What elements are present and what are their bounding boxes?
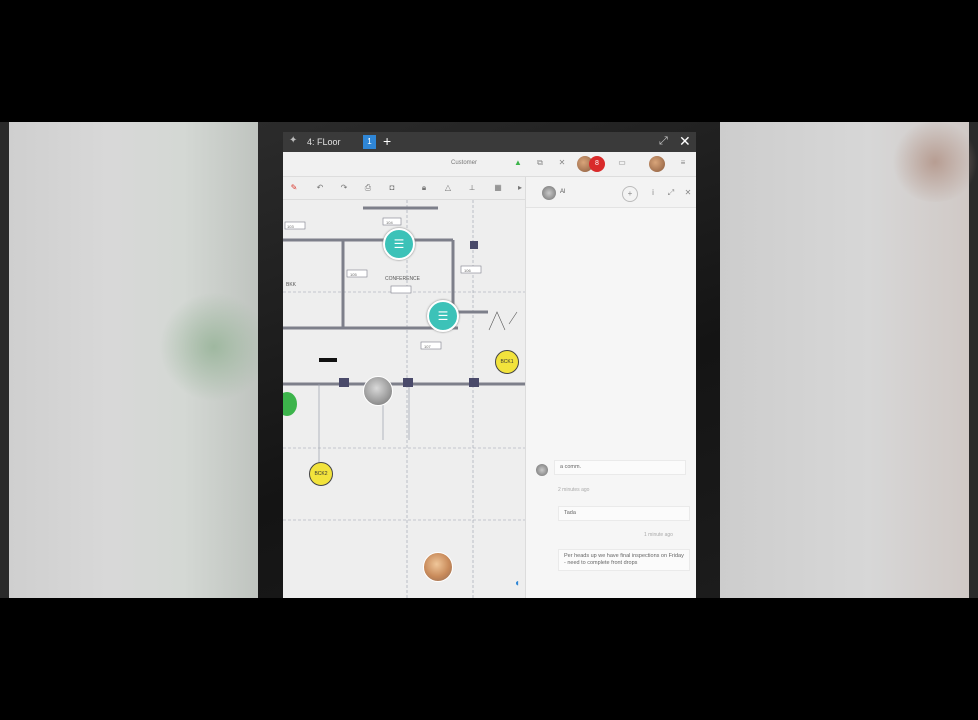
- chat-message: Per heads up we have final inspections o…: [558, 549, 690, 571]
- document-pin[interactable]: ☰: [383, 228, 415, 260]
- settings-icon[interactable]: ✦: [289, 136, 299, 146]
- profile-avatar[interactable]: [649, 156, 665, 172]
- message-icon[interactable]: ▭: [617, 158, 627, 168]
- shape-icon[interactable]: △: [443, 183, 453, 193]
- grid-icon[interactable]: ▦: [493, 183, 503, 193]
- tab-count-badge[interactable]: 1: [363, 135, 376, 149]
- blur-blob: [159, 292, 269, 402]
- blurred-background-left: [9, 122, 269, 598]
- pen-tool-icon[interactable]: ✎: [289, 183, 299, 193]
- redo-icon[interactable]: ↷: [339, 183, 349, 193]
- top-toolbar: Customer ▲ ⧉ ✕ 8 ▭ ≡: [283, 152, 696, 177]
- blur-blob: [890, 122, 978, 202]
- measure-icon[interactable]: ⟂: [467, 183, 477, 193]
- notification-badge[interactable]: 8: [589, 156, 605, 172]
- blurred-background-right: [720, 122, 978, 598]
- user-location-avatar[interactable]: [423, 552, 453, 582]
- marker-pin[interactable]: BCK1: [495, 350, 519, 374]
- message-meta: 2 minutes ago: [558, 487, 590, 493]
- info-icon[interactable]: i: [646, 186, 660, 200]
- marker-pin[interactable]: BCK2: [309, 462, 333, 486]
- app-window: ✦ 4: FLoor 1 + ⤢ ✕ Customer ▲ ⧉ ✕ 8 ▭ ≡ …: [283, 132, 696, 598]
- lock-icon[interactable]: 🔒︎: [419, 183, 429, 193]
- chat-message: Tada: [558, 506, 690, 521]
- close-window-button[interactable]: ✕: [679, 133, 691, 150]
- more-icon[interactable]: ▸: [515, 183, 525, 193]
- document-title[interactable]: 4: FLoor: [307, 137, 341, 147]
- sync-icon[interactable]: ▲: [513, 158, 523, 168]
- message-avatar: [536, 464, 548, 476]
- room-tag: 103: [287, 224, 294, 229]
- left-label: BKK: [286, 282, 297, 288]
- print-icon[interactable]: ⎙: [363, 183, 373, 193]
- filter-icon[interactable]: ✕: [557, 158, 567, 168]
- chat-name: Al: [560, 189, 566, 195]
- layers-icon[interactable]: ⧉: [535, 158, 545, 168]
- room-tag: 104: [386, 220, 393, 225]
- floor-plan-canvas[interactable]: CONFERENCE BKK 103 104 105 106 107 ☰ ☰ B…: [283, 200, 525, 598]
- expand-icon[interactable]: ⤢: [659, 135, 668, 148]
- message-meta: 1 minute ago: [644, 532, 673, 538]
- room-tag: 105: [350, 272, 357, 277]
- drawing-toolbar: ✎ ↶ ↷ ⎙ ◘ 🔒︎ △ ⟂ ▦ ▸: [283, 177, 525, 200]
- window-titlebar: ✦ 4: FLoor 1 + ⤢ ✕: [283, 132, 696, 152]
- chat-message: a comm.: [554, 460, 686, 475]
- location-icon[interactable]: ◖: [514, 578, 524, 592]
- menu-icon[interactable]: ≡: [678, 158, 688, 168]
- camera-icon[interactable]: ◘: [387, 183, 397, 193]
- room-tag: 106: [464, 268, 471, 273]
- chat-panel: Al + i ⤢ ✕ a comm. 2 minutes ago Tada 1 …: [525, 177, 696, 598]
- room-label: CONFERENCE: [385, 276, 421, 282]
- user-location-avatar[interactable]: [363, 376, 393, 406]
- letterbox-bottom: [0, 598, 978, 720]
- room-tag: 107: [424, 344, 431, 349]
- floor-plan-drawing: CONFERENCE BKK 103 104 105 106 107: [283, 200, 525, 598]
- expand-icon[interactable]: ⤢: [664, 186, 678, 200]
- customer-label[interactable]: Customer: [451, 160, 477, 166]
- chat-header: Al + i ⤢ ✕: [526, 177, 696, 208]
- letterbox-top: [0, 0, 978, 122]
- document-pin[interactable]: ☰: [427, 300, 459, 332]
- add-tab-button[interactable]: +: [383, 133, 391, 149]
- undo-icon[interactable]: ↶: [315, 183, 325, 193]
- chat-avatar: [542, 186, 556, 200]
- close-icon[interactable]: ✕: [681, 186, 695, 200]
- add-person-icon[interactable]: +: [622, 186, 638, 202]
